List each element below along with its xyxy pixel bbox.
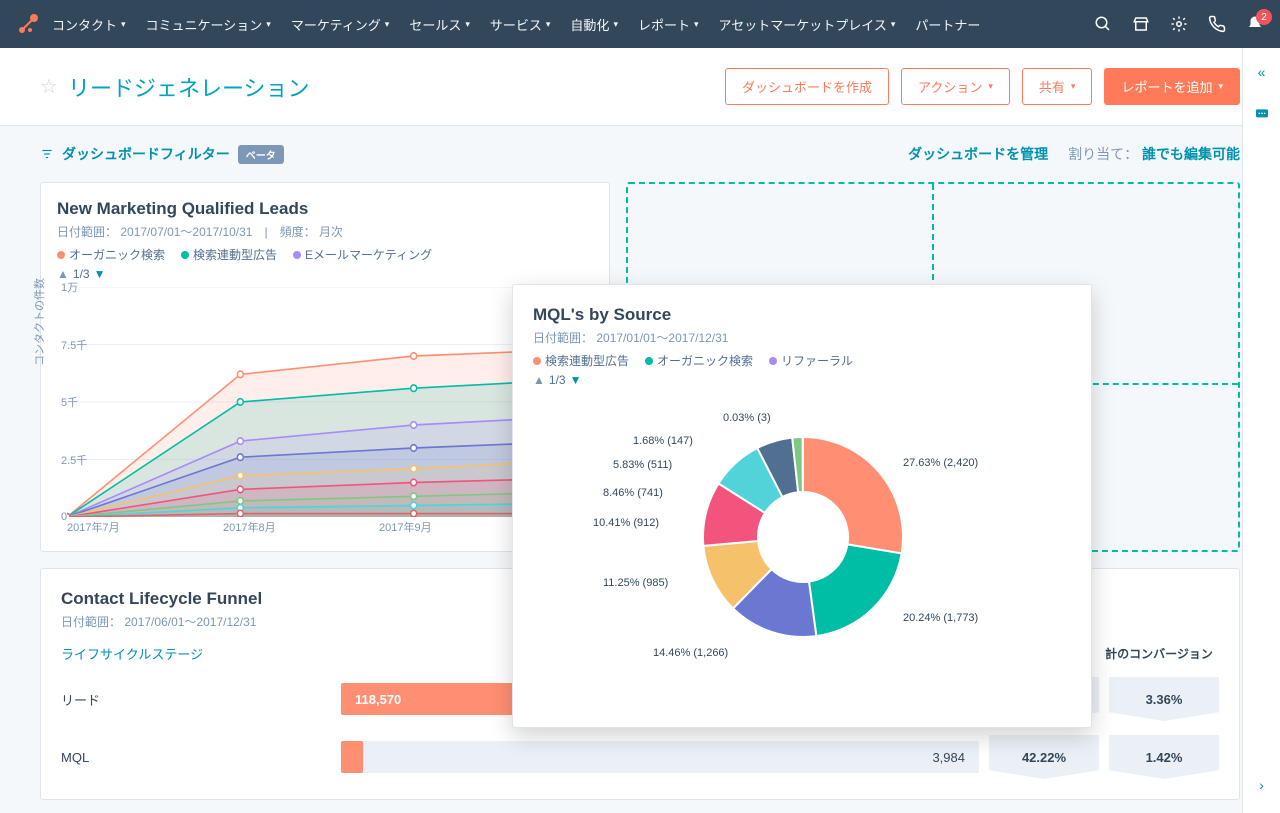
pager-prev[interactable]: ▲ — [533, 373, 545, 387]
top-nav: コンタクト▾ コミュニケーション▾ マーケティング▾ セールス▾ サービス▾ 自… — [0, 0, 1280, 48]
notification-badge: 2 — [1256, 9, 1272, 25]
legend-pager: ▲1/3▼ — [533, 373, 1071, 387]
card-title: New Marketing Qualified Leads — [57, 199, 593, 219]
mql-donut-card[interactable]: MQL's by Source 日付範囲： 2017/01/01〜2017/12… — [512, 284, 1092, 728]
filter-icon — [40, 147, 54, 161]
chevron-down-icon: ▾ — [121, 19, 126, 30]
assign-label: 割り当て： — [1068, 146, 1138, 162]
page-header: ☆ リードジェネレーション ダッシュボードを作成 アクション▾ 共有▾ レポート… — [0, 48, 1280, 126]
conv-total: 3.36% — [1109, 677, 1219, 721]
share-dropdown[interactable]: 共有▾ — [1022, 68, 1093, 105]
nav-icons: 2 — [1094, 15, 1264, 33]
nav-automation[interactable]: 自動化▾ — [570, 15, 618, 34]
filter-bar: ダッシュボードフィルター ベータ ダッシュボードを管理 割り当て： 誰でも編集可… — [0, 126, 1280, 182]
favorite-star-icon[interactable]: ☆ — [40, 74, 58, 99]
y-axis-label: コンタクトの件数 — [31, 278, 47, 366]
actions-dropdown[interactable]: アクション▾ — [901, 68, 1010, 105]
nav-sales[interactable]: セールス▾ — [409, 15, 470, 34]
side-rail: « › — [1242, 48, 1280, 813]
chart-legend: 検索連動型広告 オーガニック検索 リファーラル — [533, 352, 1071, 369]
nav-communications[interactable]: コミュニケーション▾ — [146, 15, 271, 34]
expand-icon[interactable]: › — [1259, 777, 1264, 793]
donut-chart: 27.63% (2,420) 20.24% (1,773) 14.46% (1,… — [533, 397, 1073, 707]
card-meta: 日付範囲： 2017/01/01〜2017/12/31 — [533, 329, 1071, 346]
nav-partner[interactable]: パートナー — [915, 15, 980, 34]
comment-icon[interactable] — [1254, 106, 1270, 125]
line-chart: コンタクトの件数 0 2.5千 5千 7.5千 1万 2017年7月 2017年… — [67, 287, 587, 517]
gear-icon[interactable] — [1170, 15, 1188, 33]
card-title: MQL's by Source — [533, 305, 1071, 325]
nav-marketplace[interactable]: アセットマーケットプレイス▾ — [719, 15, 896, 34]
add-report-button[interactable]: レポートを追加▾ — [1104, 68, 1240, 105]
bell-icon[interactable]: 2 — [1246, 15, 1264, 33]
collapse-icon[interactable]: « — [1258, 64, 1266, 80]
search-icon[interactable] — [1094, 15, 1112, 33]
nav-reports[interactable]: レポート▾ — [638, 15, 699, 34]
beta-badge: ベータ — [238, 145, 284, 164]
funnel-bar: 3,984 — [341, 735, 979, 779]
pager-next[interactable]: ▼ — [94, 267, 106, 281]
pager-next[interactable]: ▼ — [570, 373, 582, 387]
stage-name: リード — [61, 690, 341, 709]
chart-legend: オーガニック検索 検索連動型広告 Eメールマーケティング — [57, 246, 593, 263]
marketplace-icon[interactable] — [1132, 15, 1150, 33]
nav-contacts[interactable]: コンタクト▾ — [52, 15, 126, 34]
hubspot-logo — [16, 12, 40, 36]
nav-marketing[interactable]: マーケティング▾ — [291, 15, 390, 34]
nav-items: コンタクト▾ コミュニケーション▾ マーケティング▾ セールス▾ サービス▾ 自… — [52, 15, 1078, 34]
card-meta: 日付範囲： 2017/07/01〜2017/10/31 | 頻度： 月次 — [57, 223, 593, 240]
manage-dashboards-link[interactable]: ダッシュボードを管理 — [908, 144, 1048, 164]
dashboard-filter-link[interactable]: ダッシュボードフィルター ベータ — [40, 144, 284, 164]
page-title: リードジェネレーション — [68, 71, 310, 103]
conv-next: 42.22% — [989, 735, 1099, 779]
conv-total: 1.42% — [1109, 735, 1219, 779]
nav-service[interactable]: サービス▾ — [490, 15, 551, 34]
legend-pager: ▲1/3▼ — [57, 267, 593, 281]
assign-value-link[interactable]: 誰でも編集可能 — [1142, 146, 1240, 162]
phone-icon[interactable] — [1208, 15, 1226, 33]
funnel-row: MQL 3,984 42.22% 1.42% — [61, 735, 1219, 779]
create-dashboard-button[interactable]: ダッシュボードを作成 — [725, 68, 889, 105]
stage-name: MQL — [61, 750, 341, 765]
chevron-down-icon: ▾ — [988, 81, 993, 92]
